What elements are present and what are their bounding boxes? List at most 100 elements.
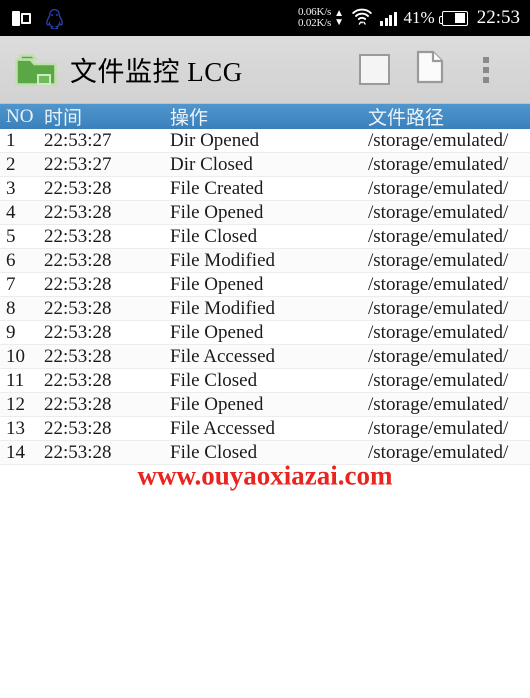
log-row-operation: File Opened (170, 393, 264, 415)
log-row-path: /storage/emulated/ (368, 129, 509, 151)
log-row-operation: File Modified (170, 249, 276, 271)
signal-icon (380, 11, 397, 26)
table-row[interactable]: 10 22:53:28 File Accessed/storage/emulated… (0, 345, 530, 369)
table-row[interactable]: 6 22:53:28 File Modified/storage/emulated/ (0, 249, 530, 273)
log-row-path: /storage/emulated/ (368, 153, 509, 175)
folder-icon (14, 51, 58, 89)
table-row[interactable]: 12 22:53:28 File Opened/storage/emulated/ (0, 393, 530, 417)
log-row-time: 22:53:28 (44, 201, 112, 223)
log-row-path: /storage/emulated/ (368, 201, 509, 223)
log-table: NO 时间 操作 文件路径 1 22:53:27 Dir Opened/storag… (0, 104, 530, 491)
log-row-time: 22:53:28 (44, 177, 112, 199)
table-row[interactable]: 5 22:53:28 File Closed/storage/emulated/ (0, 225, 530, 249)
table-row[interactable]: 2 22:53:27 Dir Closed/storage/emulated/ (0, 153, 530, 177)
log-row-no: 2 (6, 153, 16, 175)
page-title: 文件监控 LCG (70, 57, 243, 87)
log-row-no: 9 (6, 321, 16, 343)
log-row-no: 10 (6, 345, 25, 367)
log-row-time: 22:53:27 (44, 129, 112, 151)
log-row-time: 22:53:28 (44, 225, 112, 247)
log-row-operation: File Closed (170, 441, 258, 463)
watermark: www.ouyaoxiazai.com (137, 460, 393, 491)
log-row-operation: Dir Opened (170, 129, 260, 151)
log-row-operation: File Opened (170, 273, 264, 295)
battery-icon (438, 10, 468, 26)
log-row-time: 22:53:28 (44, 417, 112, 439)
status-bar: 0.06K/s 0.02K/s ▲ ▼ 41% 22:53 (0, 0, 530, 36)
log-row-no: 4 (6, 201, 16, 223)
app-bar: 文件监控 LCG (0, 36, 530, 104)
app-bar-actions (346, 42, 514, 98)
overflow-menu-icon (483, 56, 489, 83)
download-arrow-icon: ▼ (334, 17, 345, 28)
table-row[interactable]: 13 22:53:28 File Accessed/storage/emulated… (0, 417, 530, 441)
column-header-path: 文件路径 (368, 108, 445, 129)
status-bar-clock: 22:53 (476, 7, 520, 28)
log-row-time: 22:53:28 (44, 297, 112, 319)
qq-icon (45, 8, 64, 29)
log-row-path: /storage/emulated/ (368, 321, 509, 343)
column-header-operation: 操作 (170, 108, 209, 129)
log-row-operation: File Created (170, 177, 264, 199)
log-row-path: /storage/emulated/ (368, 297, 509, 319)
table-row[interactable]: 1 22:53:27 Dir Opened/storage/emulated/ (0, 129, 530, 153)
stop-button[interactable] (346, 42, 402, 98)
table-row[interactable]: 9 22:53:28 File Opened/storage/emulated/ (0, 321, 530, 345)
log-row-time: 22:53:28 (44, 441, 112, 463)
multiwindow-icon (12, 10, 31, 27)
log-row-operation: File Closed (170, 225, 258, 247)
log-row-path: /storage/emulated/ (368, 417, 509, 439)
table-row[interactable]: 7 22:53:28 File Opened/storage/emulated/ (0, 273, 530, 297)
log-row-time: 22:53:28 (44, 249, 112, 271)
table-row[interactable]: 8 22:53:28 File Modified/storage/emulated/ (0, 297, 530, 321)
app-root: 0.06K/s 0.02K/s ▲ ▼ 41% 22:53 文件监控 LCG N… (0, 0, 530, 698)
log-row-path: /storage/emulated/ (368, 441, 509, 463)
log-row-path: /storage/emulated/ (368, 393, 509, 415)
log-row-no: 13 (6, 417, 25, 439)
log-row-path: /storage/emulated/ (368, 369, 509, 391)
log-row-time: 22:53:28 (44, 273, 112, 295)
table-body: 1 22:53:27 Dir Opened/storage/emulated/2 22… (0, 129, 530, 491)
log-row-path: /storage/emulated/ (368, 249, 509, 271)
battery-percent-label: 41% (403, 8, 435, 27)
log-row-no: 14 (6, 441, 25, 463)
log-row-time: 22:53:28 (44, 321, 112, 343)
table-row[interactable]: 11 22:53:28 File Closed/storage/emulated/ (0, 369, 530, 393)
status-bar-left (12, 8, 64, 29)
column-header-no: NO (6, 105, 34, 127)
log-row-operation: File Closed (170, 369, 258, 391)
log-row-no: 12 (6, 393, 25, 415)
log-row-no: 6 (6, 249, 16, 271)
table-header-row: NO 时间 操作 文件路径 (0, 104, 530, 129)
wifi-icon (351, 7, 373, 30)
log-row-time: 22:53:28 (44, 369, 112, 391)
overflow-menu-button[interactable] (458, 42, 514, 98)
log-row-path: /storage/emulated/ (368, 345, 509, 367)
log-row-no: 7 (6, 273, 16, 295)
document-icon (416, 50, 444, 89)
log-row-no: 8 (6, 297, 16, 319)
log-row-time: 22:53:27 (44, 153, 112, 175)
table-row[interactable]: 4 22:53:28 File Opened/storage/emulated/ (0, 201, 530, 225)
file-button[interactable] (402, 42, 458, 98)
status-bar-right: 0.06K/s 0.02K/s ▲ ▼ 41% 22:53 (298, 6, 520, 30)
log-row-operation: Dir Closed (170, 153, 253, 175)
column-header-time: 时间 (44, 108, 83, 129)
log-row-path: /storage/emulated/ (368, 177, 509, 199)
log-row-no: 11 (6, 369, 25, 391)
log-row-operation: File Opened (170, 321, 264, 343)
network-speed-indicator: 0.06K/s 0.02K/s ▲ ▼ (298, 6, 345, 29)
log-row-operation: File Accessed (170, 417, 276, 439)
log-row-time: 22:53:28 (44, 345, 112, 367)
log-row-no: 5 (6, 225, 16, 247)
log-row-time: 22:53:28 (44, 393, 112, 415)
log-row-no: 3 (6, 177, 16, 199)
table-row[interactable]: 3 22:53:28 File Created/storage/emulated/ (0, 177, 530, 201)
log-row-path: /storage/emulated/ (368, 225, 509, 247)
stop-square-icon (358, 54, 390, 85)
network-download-speed: 0.02K/s (298, 17, 332, 29)
log-row-operation: File Opened (170, 201, 264, 223)
log-row-operation: File Modified (170, 297, 276, 319)
table-row[interactable]: 14 22:53:28 File Closed/storage/emulated/ (0, 441, 530, 465)
log-row-operation: File Accessed (170, 345, 276, 367)
